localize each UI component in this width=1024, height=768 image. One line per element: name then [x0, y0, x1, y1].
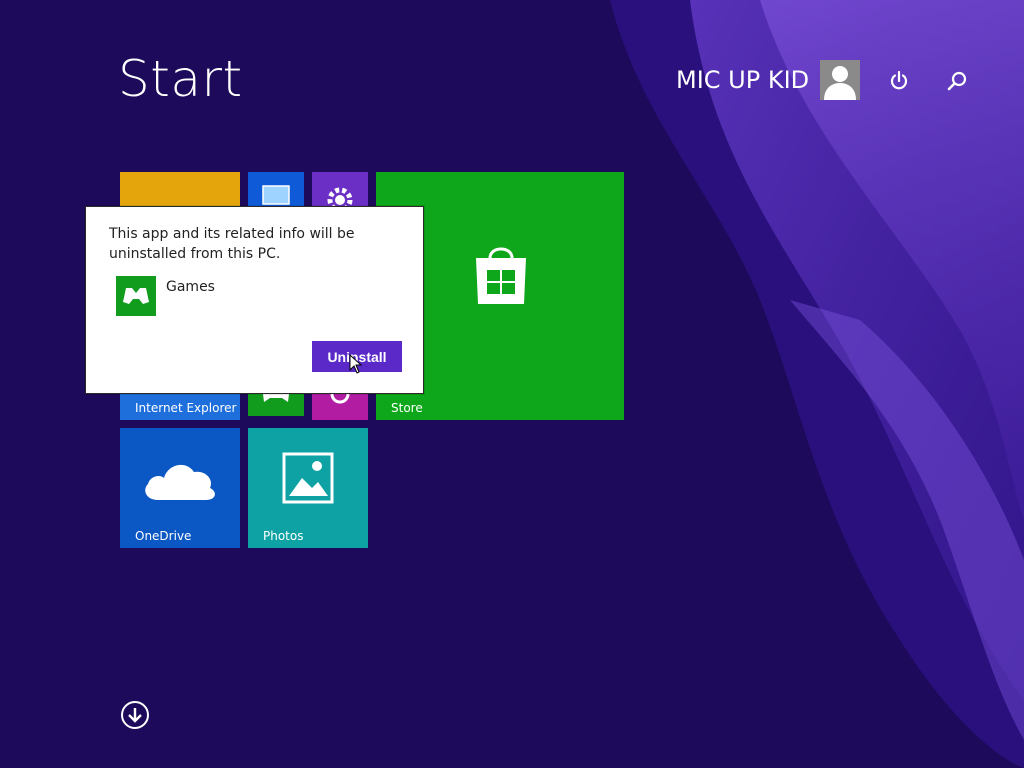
user-name[interactable]: MIC UP KID [676, 66, 809, 94]
app-icon [116, 276, 156, 316]
tile-label: Photos [263, 529, 304, 543]
tile-photos[interactable]: Photos [248, 428, 368, 548]
store-bag-icon [476, 247, 526, 304]
avatar[interactable] [820, 60, 860, 100]
cloud-icon [145, 464, 215, 500]
photo-icon [282, 452, 334, 504]
dialog-message: This app and its related info will be un… [109, 226, 355, 262]
mouse-cursor-icon [349, 354, 363, 374]
app-name: Games [166, 279, 215, 295]
tile-onedrive[interactable]: OneDrive [120, 428, 240, 548]
search-button[interactable] [942, 64, 972, 98]
tile-label: OneDrive [135, 529, 192, 543]
all-apps-button[interactable] [120, 700, 149, 729]
tile-label: Internet Explorer [135, 401, 237, 415]
search-icon [947, 71, 967, 91]
tile-label: Store [391, 401, 423, 415]
game-controller-icon [123, 288, 149, 304]
power-button[interactable] [884, 64, 914, 98]
power-icon [890, 70, 908, 90]
uninstall-dialog: This app and its related info will be un… [85, 206, 424, 394]
arrow-down-circle-icon [121, 701, 149, 729]
user-avatar-icon [824, 66, 856, 100]
page-title: Start [118, 50, 243, 108]
